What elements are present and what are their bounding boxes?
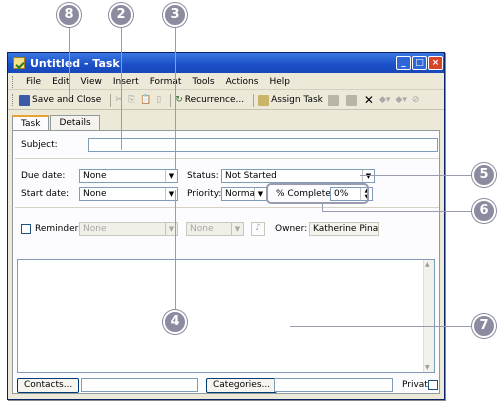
title-bar[interactable]: Untitled - Task _ □ × — [8, 53, 444, 73]
menu-grip — [12, 75, 15, 88]
scroll-down-icon[interactable]: ▼ — [425, 364, 430, 371]
callout-4: 4 — [163, 310, 187, 334]
subject-label: Subject: — [21, 140, 58, 150]
menu-insert[interactable]: Insert — [113, 77, 139, 87]
status-value: Not Started — [225, 171, 277, 181]
scroll-up-icon[interactable]: ▲ — [425, 261, 430, 268]
subject-input[interactable] — [88, 138, 438, 152]
toolbar-separator — [253, 93, 255, 107]
toolbar-separator — [110, 93, 112, 107]
chevron-down-icon[interactable]: ▼ — [254, 188, 266, 200]
reminder-label: Reminder: — [35, 224, 82, 234]
menu-help[interactable]: Help — [269, 77, 290, 87]
mark-complete-icon[interactable] — [345, 94, 359, 106]
menu-view[interactable]: View — [81, 77, 102, 87]
callout-leader — [290, 326, 472, 327]
contacts-button[interactable]: Contacts... — [17, 378, 80, 393]
chevron-down-icon[interactable]: ▼ — [165, 170, 177, 182]
chevron-down-icon[interactable]: ▼ — [231, 223, 243, 235]
callout-leader — [322, 211, 472, 212]
callout-2: 2 — [109, 3, 133, 27]
due-date-value: None — [83, 171, 107, 181]
standard-toolbar: Save and Close ✂ ⎘ 📋 ▯ ↻ Recurrence... A… — [8, 91, 444, 110]
callout-5: 5 — [472, 163, 496, 187]
menu-tools[interactable]: Tools — [192, 77, 214, 87]
delete-x-icon[interactable]: ✕ — [364, 93, 374, 107]
reminder-checkbox[interactable] — [21, 224, 31, 234]
task-window: Untitled - Task _ □ × File Edit View Ins… — [7, 52, 445, 400]
percent-complete-highlight — [266, 183, 369, 204]
status-select[interactable]: Not Started ▼ — [221, 169, 375, 183]
assign-task-label: Assign Task — [271, 95, 323, 105]
reminder-time-field[interactable]: None ▼ — [186, 222, 244, 236]
assign-task-icon — [258, 94, 270, 106]
notes-scrollbar[interactable]: ▲ ▼ — [423, 260, 434, 372]
form-tabs: Task Details — [12, 115, 101, 131]
notes-textarea[interactable]: ▲ ▼ — [17, 259, 435, 373]
toolbar-grip — [12, 94, 15, 106]
close-button[interactable]: × — [428, 56, 443, 70]
help-icon[interactable]: ⊘ — [412, 95, 420, 105]
callout-leader — [322, 204, 323, 212]
callout-leader — [175, 26, 176, 170]
private-checkbox[interactable] — [428, 380, 438, 390]
save-and-close-button[interactable]: Save and Close — [19, 94, 102, 106]
callout-3: 3 — [163, 3, 187, 27]
priority-select[interactable]: Normal ▼ — [221, 187, 267, 201]
cancel-assignment-icon[interactable] — [327, 94, 341, 106]
reminder-date-value: None — [83, 224, 107, 234]
window-title: Untitled - Task — [30, 56, 120, 70]
divider — [15, 207, 439, 208]
categories-input[interactable] — [274, 378, 393, 392]
contacts-input[interactable] — [81, 378, 198, 392]
recurrence-label: Recurrence... — [184, 95, 245, 105]
reminder-sound-icon[interactable]: ♪ — [251, 222, 265, 236]
start-date-field[interactable]: None ▼ — [79, 187, 178, 201]
callout-8: 8 — [57, 3, 81, 27]
task-panel: Subject: Due date: None ▼ Start date: No… — [12, 130, 440, 394]
minimize-button[interactable]: _ — [396, 56, 411, 70]
assign-task-button[interactable]: Assign Task — [258, 94, 323, 106]
callout-leader — [121, 26, 122, 150]
callout-7: 7 — [472, 314, 496, 338]
callout-6: 6 — [472, 199, 496, 223]
previous-item-icon[interactable]: ◆▾ — [379, 95, 390, 105]
categories-button[interactable]: Categories... — [206, 378, 278, 393]
delete-button[interactable]: ▯ — [156, 95, 161, 105]
toolbar-separator — [170, 93, 172, 107]
next-item-icon[interactable]: ◆▾ — [395, 95, 406, 105]
due-date-label: Due date: — [21, 171, 66, 181]
chevron-down-icon[interactable]: ▼ — [362, 170, 374, 182]
divider — [15, 158, 439, 159]
maximize-button[interactable]: □ — [412, 56, 427, 70]
reminder-time-value: None — [190, 224, 214, 234]
start-date-value: None — [83, 189, 107, 199]
menu-edit[interactable]: Edit — [52, 77, 69, 87]
copy-button[interactable]: ⎘ — [128, 95, 135, 105]
tab-details[interactable]: Details — [50, 115, 100, 130]
recurrence-icon: ↻ — [175, 95, 183, 105]
reminder-date-field[interactable]: None ▼ — [79, 222, 178, 236]
owner-label: Owner: — [275, 224, 308, 234]
paste-button[interactable]: 📋 — [140, 95, 151, 105]
callout-leader — [69, 26, 70, 98]
task-icon — [13, 57, 25, 69]
start-date-label: Start date: — [21, 189, 70, 199]
tab-task[interactable]: Task — [12, 115, 50, 131]
menu-actions[interactable]: Actions — [226, 77, 259, 87]
status-label: Status: — [187, 171, 219, 181]
callout-leader — [175, 190, 176, 310]
callout-leader — [360, 175, 472, 176]
menu-format[interactable]: Format — [150, 77, 182, 87]
menu-file[interactable]: File — [26, 77, 41, 87]
save-icon — [19, 94, 30, 106]
save-and-close-label: Save and Close — [32, 95, 102, 105]
recurrence-button[interactable]: ↻ Recurrence... — [175, 95, 244, 105]
owner-field: Katherine Pinard — [309, 222, 379, 236]
due-date-field[interactable]: None ▼ — [79, 169, 178, 183]
priority-label: Priority: — [187, 189, 222, 199]
priority-value: Normal — [225, 189, 258, 199]
menu-bar: File Edit View Insert Format Tools Actio… — [8, 74, 444, 90]
